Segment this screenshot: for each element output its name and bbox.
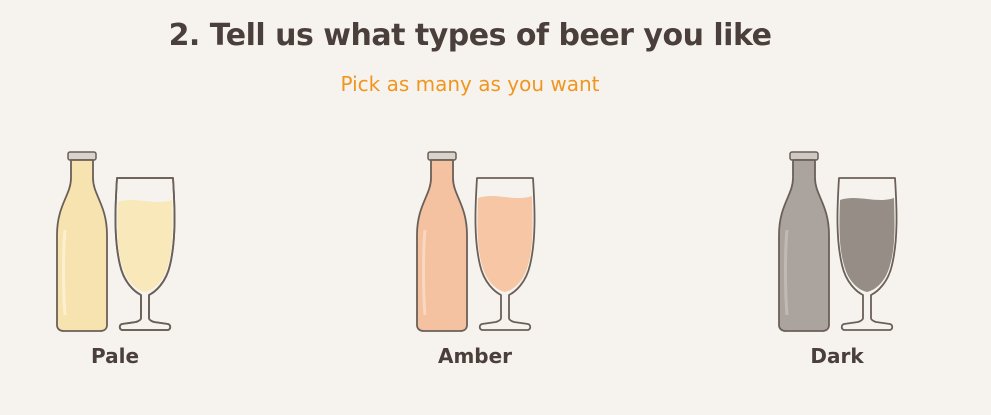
beer-glass-icon xyxy=(474,177,536,331)
beer-bottle-icon xyxy=(778,151,830,332)
dark-beer-illustration xyxy=(778,151,898,332)
beer-type-label-dark: Dark xyxy=(810,344,864,368)
beer-bottle-icon xyxy=(56,151,108,332)
beer-type-pale-option[interactable]: Pale xyxy=(55,140,225,380)
beer-glass-icon xyxy=(114,177,176,331)
amber-beer-illustration xyxy=(416,151,536,332)
beer-glass-icon xyxy=(836,177,898,331)
beer-bottle-icon xyxy=(416,151,468,332)
pale-beer-illustration xyxy=(56,151,176,332)
beer-preference-step: 2. Tell us what types of beer you like P… xyxy=(0,0,991,415)
beer-type-label-pale: Pale xyxy=(90,344,140,368)
page-subtitle: Pick as many as you want xyxy=(340,72,600,96)
beer-type-label-amber: Amber xyxy=(437,344,513,368)
beer-type-amber-option[interactable]: Amber xyxy=(415,140,585,380)
beer-type-dark-option[interactable]: Dark xyxy=(777,140,947,380)
page-title: 2. Tell us what types of beer you like xyxy=(168,18,772,53)
